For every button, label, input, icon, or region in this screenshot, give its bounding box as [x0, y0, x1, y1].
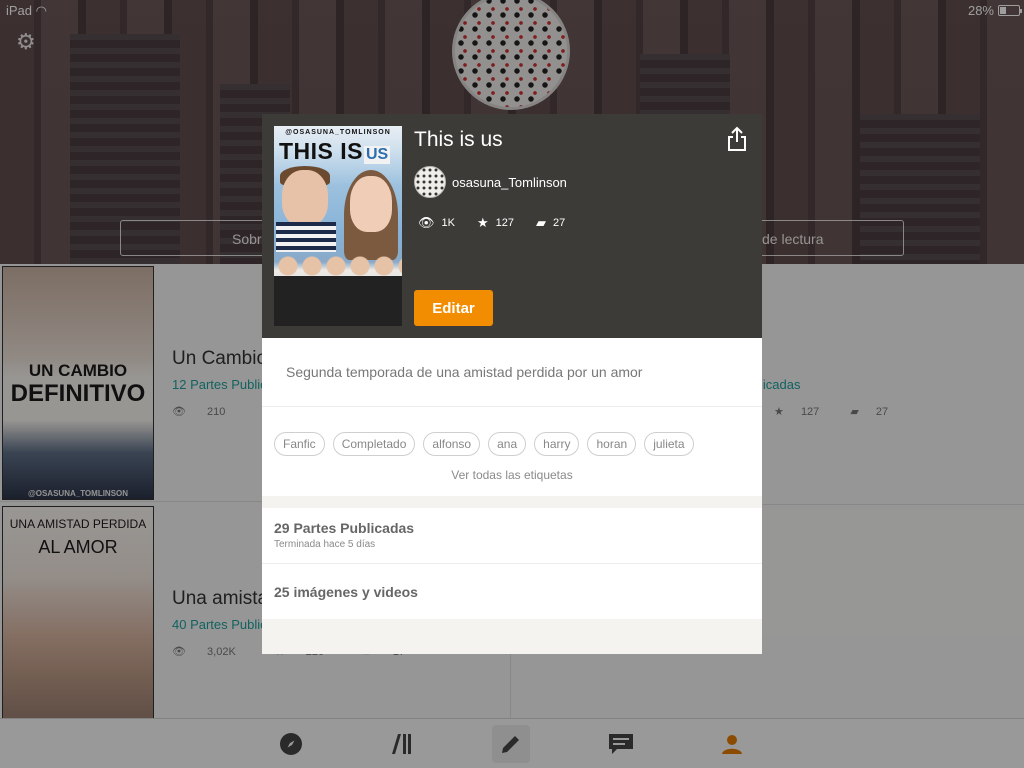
tag[interactable]: horan	[587, 432, 637, 456]
author-avatar[interactable]	[414, 166, 446, 198]
story-details-modal: @OSASUNA_TOMLINSON THIS IS US This is us…	[262, 114, 762, 654]
parts-title[interactable]: 29 Partes Publicadas	[274, 520, 414, 536]
votes-count: 127	[495, 217, 514, 229]
story-title: This is us	[414, 128, 503, 151]
views-count: 1K	[441, 217, 455, 229]
modal-header: @OSASUNA_TOMLINSON THIS IS US This is us…	[262, 114, 762, 338]
comment-icon: ▰	[536, 215, 546, 230]
story-description: Segunda temporada de una amistad perdida…	[286, 364, 643, 380]
divider	[262, 406, 762, 407]
story-stats: 👁 1K ★ 127 ▰ 27	[418, 215, 587, 231]
divider	[262, 563, 762, 564]
tag[interactable]: Fanfic	[274, 432, 325, 456]
comments-count: 27	[553, 217, 566, 229]
tag[interactable]: harry	[534, 432, 580, 456]
author-name[interactable]: osasuna_Tomlinson	[452, 175, 567, 190]
edit-button[interactable]: Editar	[414, 290, 493, 326]
cover-title-us: US	[364, 146, 391, 164]
story-cover: @OSASUNA_TOMLINSON THIS IS US	[274, 126, 402, 326]
tag[interactable]: julieta	[644, 432, 694, 456]
see-all-tags-link[interactable]: Ver todas las etiquetas	[262, 468, 762, 482]
section-separator	[262, 496, 762, 508]
share-icon[interactable]	[726, 126, 748, 152]
tag[interactable]: alfonso	[423, 432, 481, 456]
tag-list: Fanfic Completado alfonso ana harry hora…	[274, 432, 750, 456]
tag[interactable]: ana	[488, 432, 527, 456]
eye-icon: 👁	[418, 215, 435, 230]
modal-footer	[262, 619, 762, 654]
media-title[interactable]: 25 imágenes y videos	[274, 584, 418, 600]
cover-signature: @OSASUNA_TOMLINSON	[285, 129, 391, 136]
star-icon: ★	[476, 215, 489, 230]
cover-title: THIS IS	[279, 138, 364, 164]
tag[interactable]: Completado	[332, 432, 416, 456]
parts-subtitle: Terminada hace 5 días	[274, 539, 376, 550]
